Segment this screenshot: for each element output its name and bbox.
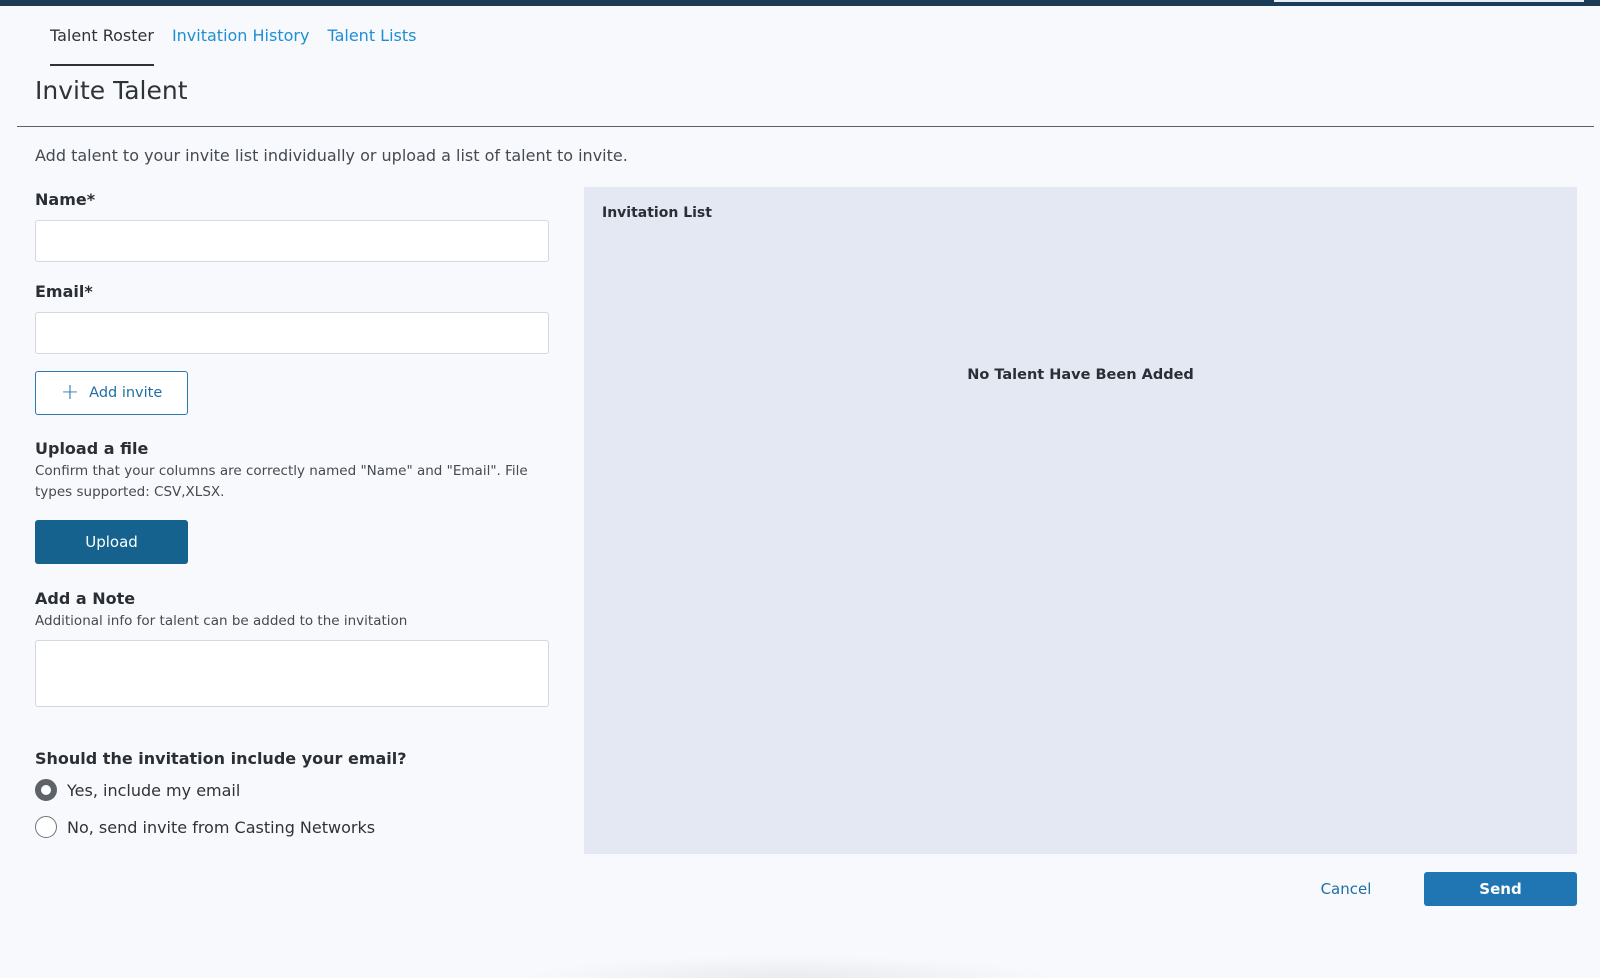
send-button[interactable]: Send <box>1424 872 1577 906</box>
radio-send-from-casting-networks[interactable]: No, send invite from Casting Networks <box>35 816 375 838</box>
upload-description-line-2: types supported: CSV,XLSX. <box>35 484 225 500</box>
note-textarea[interactable] <box>35 640 549 707</box>
radio-send-from-casting-networks-label: No, send invite from Casting Networks <box>67 817 376 837</box>
invitation-list-panel: Invitation List No Talent Have Been Adde… <box>584 187 1577 854</box>
upload-title: Upload a file <box>35 439 149 458</box>
plus-icon: + <box>60 380 80 405</box>
add-invite-button[interactable]: + Add invite <box>35 371 188 415</box>
cancel-button[interactable]: Cancel <box>1290 872 1402 906</box>
upload-description-line-1: Confirm that your columns are correctly … <box>35 463 528 479</box>
radio-checked-icon[interactable] <box>35 779 57 801</box>
email-input[interactable] <box>35 312 549 354</box>
email-label: Email* <box>35 282 93 301</box>
radio-unchecked-icon[interactable] <box>35 816 57 838</box>
page-title: Invite Talent <box>35 76 188 105</box>
tab-talent-roster[interactable]: Talent Roster <box>50 22 154 66</box>
title-divider <box>17 126 1594 127</box>
tab-invitation-history[interactable]: Invitation History <box>172 22 310 66</box>
invitation-list-title: Invitation List <box>602 205 712 221</box>
invitation-list-empty-message: No Talent Have Been Added <box>967 367 1194 383</box>
upload-button[interactable]: Upload <box>35 520 188 564</box>
email-question: Should the invitation include your email… <box>35 749 407 768</box>
note-title: Add a Note <box>35 589 136 608</box>
name-input[interactable] <box>35 220 549 262</box>
top-bar-indicator <box>1274 0 1584 2</box>
tab-talent-lists[interactable]: Talent Lists <box>327 22 416 66</box>
add-invite-label: Add invite <box>89 385 163 401</box>
note-description: Additional info for talent can be added … <box>35 613 408 629</box>
name-label: Name* <box>35 190 96 209</box>
bottom-shadow <box>520 955 1060 978</box>
intro-text: Add talent to your invite list individua… <box>35 146 628 165</box>
radio-include-email-label: Yes, include my email <box>67 780 241 800</box>
upload-description: Confirm that your columns are correctly … <box>35 461 528 503</box>
radio-include-email[interactable]: Yes, include my email <box>35 779 240 801</box>
tab-bar: Talent Roster Invitation History Talent … <box>50 22 416 66</box>
